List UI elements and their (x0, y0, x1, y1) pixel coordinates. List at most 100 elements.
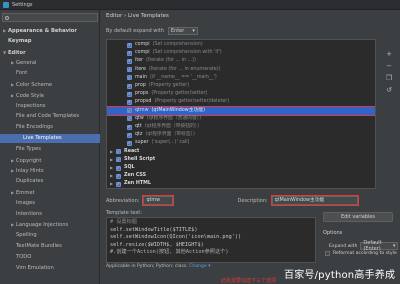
sidebar-item[interactable]: Images (11, 199, 35, 208)
expand-with-select[interactable]: Default (Enter) ▾ (360, 240, 399, 252)
template-checkbox[interactable]: ✓ (127, 140, 132, 146)
sidebar-item[interactable]: File and Code Templates (11, 112, 79, 121)
description-field[interactable]: qtMainWindow主功能 (270, 195, 359, 206)
template-item[interactable]: ✓ qtz (qt程序界面（带标签）) (107, 131, 375, 139)
template-text-editor[interactable]: # 设置标题 self.setWindowTitle($TITLE$) self… (106, 217, 316, 263)
sidebar-item[interactable]: ▶ Color Scheme (11, 80, 52, 89)
sidebar-item[interactable]: ▶ Code Style (11, 91, 44, 100)
sidebar-item-label: Keymap (8, 37, 32, 44)
sidebar-item-label: TODO (16, 253, 32, 260)
remove-icon[interactable]: − (384, 62, 394, 70)
template-group[interactable]: ▶ ✓ SQL (107, 164, 375, 172)
description-label: Description: (237, 197, 268, 204)
sidebar-item[interactable]: ▶ Appearance & Behavior (3, 26, 77, 35)
sidebar-item[interactable]: ▶ Inlay Hints (11, 166, 44, 175)
expand-with-row: Expand with Default (Enter) ▾ (329, 240, 399, 252)
sidebar-item[interactable]: ▶ Language Injections (11, 220, 68, 229)
group-checkbox[interactable]: ✓ (116, 181, 121, 187)
template-checkbox[interactable]: ✓ (127, 50, 132, 56)
template-description: (qtMainWindow主功能) (151, 107, 205, 113)
template-description: (Set comprehension) (152, 42, 203, 47)
templates-list[interactable]: ✓ compi (Set comprehension) ✓ compi (Set comp… (106, 39, 376, 189)
template-checkbox[interactable]: ✓ (127, 91, 132, 97)
sidebar-item-label: Inlay Hints (16, 168, 44, 175)
template-checkbox[interactable]: ✓ (127, 83, 132, 89)
settings-search-input[interactable] (2, 13, 98, 22)
template-item[interactable]: ✓ props (Property getter/setter) (107, 90, 375, 98)
sidebar-item[interactable]: ▼ Editor (3, 48, 26, 57)
template-description: (Iterate (for ... in enumerate)) (148, 66, 221, 72)
sidebar-item[interactable]: Duplicates (11, 177, 43, 186)
template-description: (Property getter/setter/deleter) (154, 99, 230, 105)
group-checkbox[interactable]: ✓ (116, 149, 121, 155)
copy-icon[interactable]: ❐ (384, 74, 394, 82)
group-label: React (124, 148, 140, 154)
template-checkbox[interactable]: ✓ (127, 132, 132, 138)
template-checkbox[interactable]: ✓ (127, 42, 132, 48)
sidebar-item-label: Appearance & Behavior (8, 28, 77, 34)
sidebar-item[interactable]: TODO (11, 253, 31, 262)
template-item[interactable]: ✓ super ('super(...)' call) (107, 139, 375, 147)
group-checkbox[interactable]: ✓ (116, 157, 121, 163)
sidebar-item[interactable]: Intentions (11, 210, 42, 219)
template-checkbox[interactable]: ✓ (127, 124, 132, 130)
sidebar-item[interactable]: ▶ Emmet (11, 188, 35, 197)
chevron-down-icon: ▾ (392, 243, 396, 249)
add-icon[interactable]: + (384, 50, 394, 58)
template-abbreviation: qtw (135, 115, 144, 121)
template-checkbox[interactable]: ✓ (127, 108, 132, 114)
template-group[interactable]: ▶ ✓ React (107, 148, 375, 156)
default-expand-select[interactable]: Enter ▾ (167, 27, 198, 35)
sidebar-item-label: File Types (16, 145, 41, 152)
template-item[interactable]: ✓ itere (Iterate (for ... in enumerate)) (107, 66, 375, 74)
template-item[interactable]: ✓ qtmw (qtMainWindow主功能) (107, 105, 375, 116)
template-item[interactable]: ✓ main (if __name__ == '__main__') (107, 74, 375, 82)
template-item[interactable]: ✓ compi (Set comprehension with 'if') (107, 49, 375, 57)
template-group[interactable]: ▶ ✓ Shell Script (107, 156, 375, 164)
edit-variables-button[interactable]: Edit variables (323, 212, 393, 222)
sidebar-item-label: Color Scheme (16, 82, 53, 88)
sidebar-item-label: Live Templates (23, 135, 62, 141)
abbreviation-field[interactable]: qtmw (142, 195, 175, 206)
sidebar-item[interactable]: TextMate Bundles (11, 242, 62, 251)
template-description: (Property getter/setter) (151, 91, 208, 97)
template-text-label: Template text: (106, 210, 142, 216)
sidebar-item[interactable]: File Encodings (11, 123, 53, 132)
sidebar-item[interactable]: Vim Emulation (11, 264, 54, 273)
default-expand-value: Enter (170, 28, 185, 34)
template-checkbox[interactable]: ✓ (127, 58, 132, 64)
reset-icon[interactable]: ↺ (384, 86, 394, 94)
template-item[interactable]: ✓ prop (Property getter) (107, 82, 375, 90)
sidebar-item-label: File Encodings (16, 124, 53, 131)
sidebar-item[interactable]: Keymap (3, 37, 31, 46)
sidebar-item[interactable]: Live Templates (0, 134, 100, 143)
template-item[interactable]: ✓ qtw (qt程序界面（普通的窗）) (107, 115, 375, 123)
template-abbreviation: props (135, 91, 149, 97)
sidebar-item[interactable]: File Types (11, 145, 41, 154)
group-checkbox[interactable]: ✓ (116, 165, 121, 171)
sidebar-item[interactable]: Spelling (11, 231, 37, 240)
sidebar-item[interactable]: Font (11, 69, 27, 78)
sidebar-item[interactable]: ▶ General (11, 58, 36, 67)
template-group[interactable]: ▶ ✓ Zen HTML (107, 180, 375, 188)
watermark: 百家号/python高手养成 (284, 270, 396, 281)
sidebar-item[interactable]: Inspections (11, 102, 46, 111)
sidebar-item[interactable]: ▶ Copyright (11, 156, 41, 165)
template-item[interactable]: ✓ iter (Iterate (for ... in ...)) (107, 57, 375, 65)
group-label: Zen HTML (124, 181, 151, 187)
group-checkbox[interactable]: ✓ (116, 173, 121, 179)
change-context-link[interactable]: Change ▾ (189, 264, 210, 269)
template-item[interactable]: ✓ compi (Set comprehension) (107, 41, 375, 49)
template-checkbox[interactable]: ✓ (127, 67, 132, 73)
template-abbreviation: iter (135, 58, 144, 64)
applicable-contexts: Applicable in Python; Python: class. Cha… (106, 264, 211, 269)
template-item[interactable]: ✓ qtt (qt程序界面（带按钮的）) (107, 123, 375, 131)
template-checkbox[interactable]: ✓ (127, 75, 132, 81)
template-group[interactable]: ▶ ✓ Zen CSS (107, 172, 375, 180)
template-checkbox[interactable]: ✓ (127, 116, 132, 122)
template-description: (Iterate (for ... in ...)) (146, 58, 196, 64)
group-label: Zen CSS (124, 173, 147, 179)
template-item[interactable]: ✓ propsd (Property getter/setter/deleter) (107, 98, 375, 106)
template-checkbox[interactable]: ✓ (127, 99, 132, 105)
reformat-checkbox[interactable] (325, 251, 330, 256)
